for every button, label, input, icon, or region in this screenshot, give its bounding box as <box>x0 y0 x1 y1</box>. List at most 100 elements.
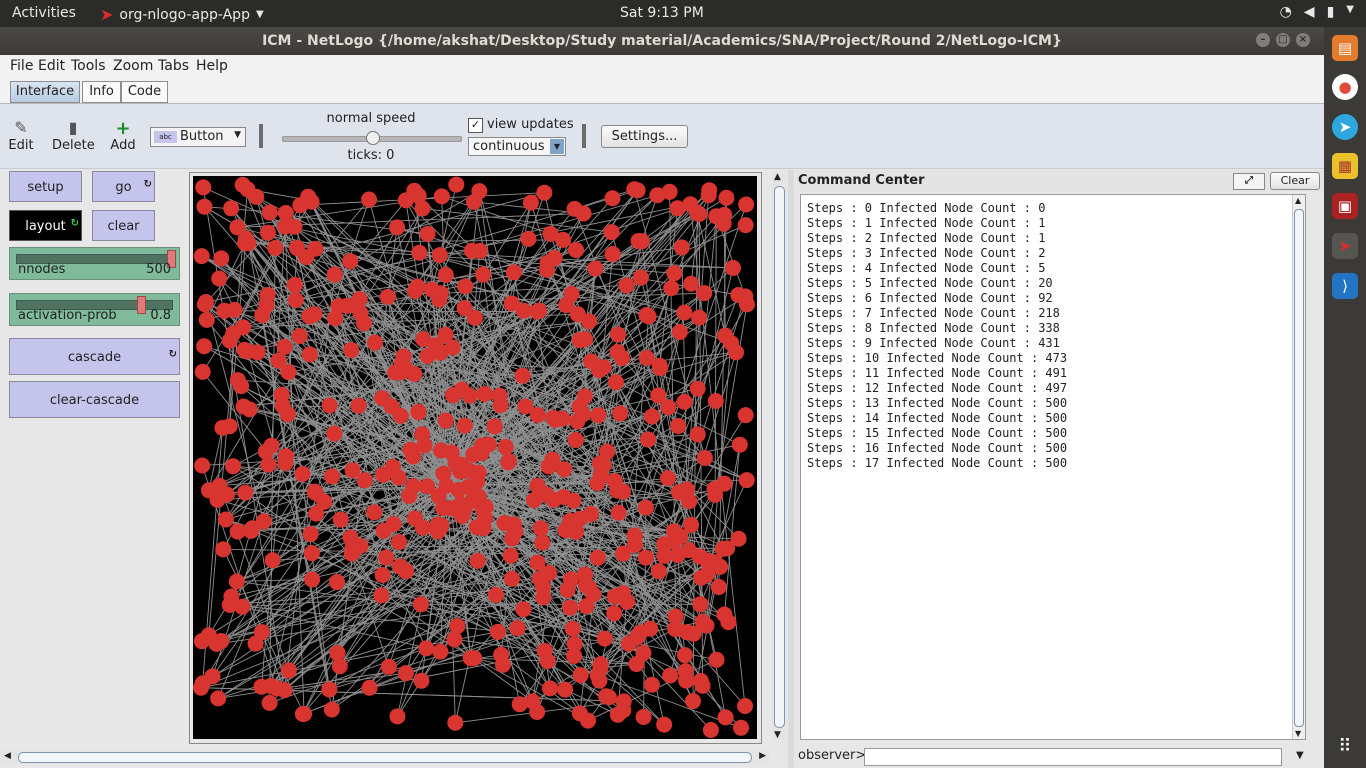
scrollbar-thumb[interactable] <box>18 752 752 763</box>
layout-button[interactable]: layout ↻ <box>9 210 82 241</box>
system-tray[interactable]: ◔ ◀ ▮ ▼ <box>1280 4 1354 20</box>
view-updates-checkbox[interactable]: ✓ <box>468 118 483 133</box>
network-node <box>685 693 702 710</box>
setup-button[interactable]: setup <box>9 171 82 202</box>
nnodes-label: nnodes <box>18 262 66 277</box>
network-node <box>589 475 606 492</box>
speed-slider-knob[interactable] <box>366 131 380 145</box>
command-center-title: Command Center <box>798 173 925 188</box>
tab-code[interactable]: Code <box>121 81 168 103</box>
network-node <box>670 417 687 434</box>
scroll-down-icon[interactable]: ▼ <box>774 730 781 740</box>
network-node <box>391 533 408 550</box>
cascade-button[interactable]: cascade ↻ <box>9 338 180 375</box>
network-node <box>389 708 406 725</box>
tab-info[interactable]: Info <box>82 81 121 103</box>
history-dropdown-icon[interactable]: ▼ <box>1296 750 1304 761</box>
settings-button[interactable]: Settings... <box>601 125 688 148</box>
clear-cascade-button[interactable]: clear-cascade <box>9 381 180 418</box>
menu-edit[interactable]: Edit <box>38 58 65 74</box>
widget-type-select[interactable]: abc Button ▼ <box>150 127 246 147</box>
speed-slider[interactable] <box>282 131 462 145</box>
world-view[interactable] <box>189 172 762 744</box>
activation-prob-slider[interactable]: activation-prob 0.8 <box>9 293 180 326</box>
nnodes-slider[interactable]: nnodes 500 <box>9 247 180 280</box>
network-node <box>522 194 539 211</box>
menu-zoom[interactable]: Zoom <box>113 58 153 74</box>
telegram-icon[interactable]: ➤ <box>1332 114 1358 140</box>
network-node <box>710 578 727 595</box>
files-icon[interactable]: ▤ <box>1332 35 1358 61</box>
clear-button[interactable]: clear <box>92 210 155 241</box>
observer-label[interactable]: observer> <box>798 748 866 763</box>
output-scrollbar[interactable]: ▲ ▼ <box>1292 195 1305 739</box>
wifi-icon[interactable]: ◔ <box>1280 4 1292 20</box>
clear-output-button[interactable]: Clear <box>1270 172 1320 190</box>
chevron-down-icon[interactable]: ▼ <box>1346 4 1354 20</box>
scroll-left-icon[interactable]: ◀ <box>4 751 11 761</box>
update-mode-select[interactable]: continuous ▼ <box>468 137 566 156</box>
netlogo-icon[interactable]: ➤ <box>1332 233 1358 259</box>
activities-button[interactable]: Activities <box>12 5 76 21</box>
menu-help[interactable]: Help <box>196 58 228 74</box>
interface-horizontal-scrollbar[interactable]: ◀ ▶ <box>0 750 770 764</box>
network-node <box>460 478 477 495</box>
network-node <box>435 499 452 516</box>
slider-knob[interactable] <box>136 296 146 314</box>
menu-tools[interactable]: Tools <box>71 58 106 74</box>
edit-button[interactable]: ✎ Edit <box>8 118 34 153</box>
network-node <box>505 264 522 281</box>
network-graph[interactable] <box>193 176 757 739</box>
vscode-icon[interactable]: ⟩ <box>1332 273 1358 299</box>
splitter[interactable] <box>788 170 794 768</box>
clock[interactable]: Sat 9:13 PM <box>620 5 704 21</box>
network-node <box>700 187 717 204</box>
network-node <box>414 200 431 217</box>
chrome-icon[interactable]: ● <box>1332 74 1358 100</box>
menu-bar: File Edit Tools Zoom Tabs Help <box>0 55 1324 77</box>
network-node <box>615 483 632 500</box>
command-input[interactable] <box>864 748 1282 766</box>
document-viewer-icon[interactable]: ▦ <box>1332 153 1358 179</box>
scrollbar-thumb[interactable] <box>774 186 785 728</box>
menu-file[interactable]: File <box>10 58 33 74</box>
interface-toolbar: ✎ Edit ▮ Delete + Add abc Button ▼ norma… <box>0 104 1324 169</box>
network-node <box>323 701 340 718</box>
delete-button[interactable]: ▮ Delete <box>52 118 95 153</box>
network-node <box>638 349 655 366</box>
network-node <box>544 451 561 468</box>
network-node <box>471 183 488 200</box>
show-apps-icon[interactable]: ⠿ <box>1332 733 1358 759</box>
battery-icon[interactable]: ▮ <box>1327 4 1335 20</box>
scroll-up-icon[interactable]: ▲ <box>1295 196 1301 205</box>
go-button[interactable]: go ↻ <box>92 171 155 202</box>
command-output[interactable]: Steps : 0 Infected Node Count : 0 Steps :… <box>800 194 1306 740</box>
menu-tabs[interactable]: Tabs <box>158 58 189 74</box>
minimize-icon[interactable]: – <box>1256 33 1270 47</box>
network-node <box>531 570 548 587</box>
add-button[interactable]: + Add <box>110 118 136 153</box>
network-node <box>366 334 383 351</box>
expand-icon[interactable]: ⤢ <box>1233 173 1265 190</box>
network-node <box>437 266 454 283</box>
widget-type-value: Button <box>180 129 224 144</box>
terminal-icon[interactable]: ▣ <box>1332 193 1358 219</box>
network-node <box>324 468 341 485</box>
scroll-up-icon[interactable]: ▲ <box>774 172 781 182</box>
network-node <box>574 406 591 423</box>
maximize-icon[interactable]: □ <box>1276 33 1290 47</box>
network-node <box>321 681 338 698</box>
volume-icon[interactable]: ◀ <box>1304 4 1315 20</box>
network-node <box>264 552 281 569</box>
network-node <box>737 407 754 424</box>
tab-interface[interactable]: Interface <box>10 81 80 103</box>
trash-icon: ▮ <box>68 118 78 137</box>
interface-vertical-scrollbar[interactable]: ▲ ▼ <box>772 172 786 740</box>
close-icon[interactable]: × <box>1296 33 1310 47</box>
app-menu[interactable]: ➤ org-nlogo-app-App ▼ <box>100 5 264 24</box>
scroll-right-icon[interactable]: ▶ <box>759 751 766 761</box>
network-node <box>255 513 272 530</box>
scroll-down-icon[interactable]: ▼ <box>1295 729 1301 738</box>
scrollbar-thumb[interactable] <box>1294 209 1304 727</box>
network-node <box>678 624 695 641</box>
